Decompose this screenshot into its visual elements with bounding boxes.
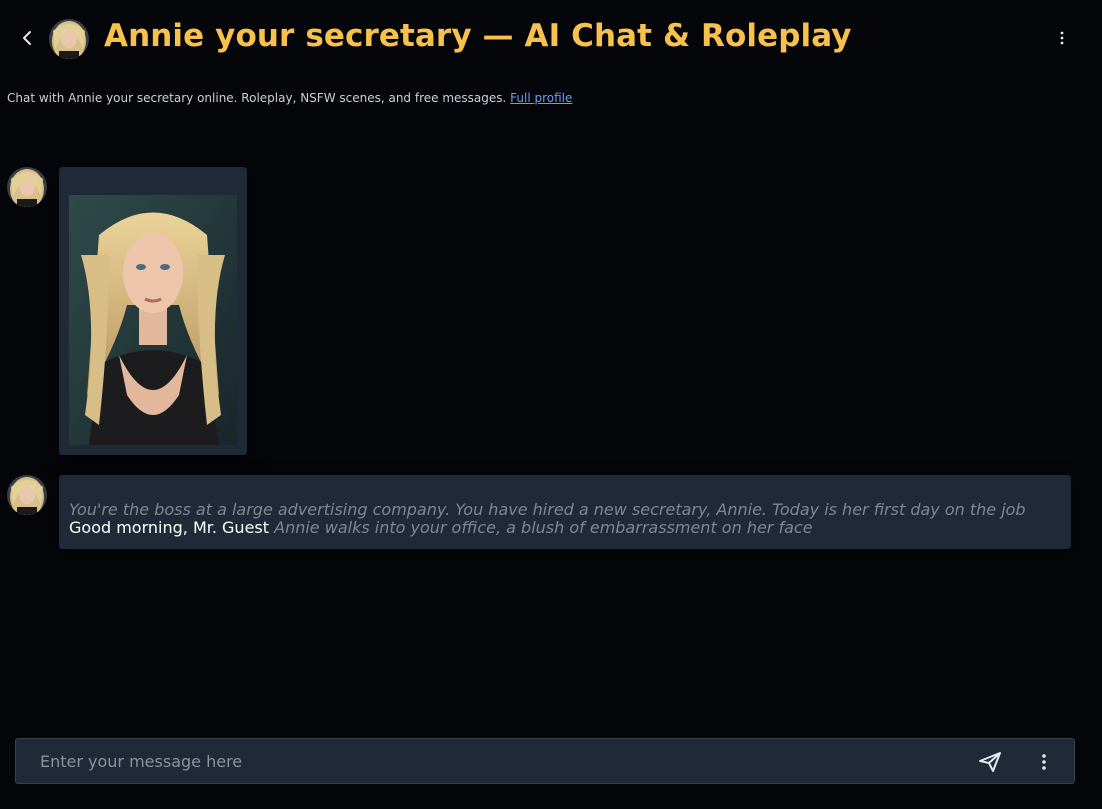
paper-plane-icon xyxy=(979,752,1001,772)
vertical-dots-icon xyxy=(1060,31,1064,45)
chat-description: Chat with Annie your secretary online. R… xyxy=(7,91,572,105)
chat-header: Annie your secretary — AI Chat & Rolepla… xyxy=(0,0,1102,80)
description-text: Chat with Annie your secretary online. R… xyxy=(7,91,511,105)
message-composer xyxy=(15,738,1075,784)
message-avatar[interactable] xyxy=(7,475,47,515)
message-input[interactable] xyxy=(40,749,940,773)
page-title: Annie your secretary — AI Chat & Rolepla… xyxy=(104,18,852,54)
message-avatar[interactable] xyxy=(7,167,47,207)
avatar-image xyxy=(49,19,89,59)
chevron-left-icon xyxy=(23,31,31,45)
avatar[interactable] xyxy=(49,19,89,59)
composer-menu-button[interactable] xyxy=(1034,751,1054,773)
speech-text: Good morning, Mr. Guest xyxy=(69,518,270,537)
narration-text: Annie walks into your office, a blush of… xyxy=(274,518,813,537)
portrait-image[interactable] xyxy=(69,195,237,445)
back-button[interactable] xyxy=(16,26,40,50)
header-menu-button[interactable] xyxy=(1050,28,1074,48)
send-button[interactable] xyxy=(976,749,1004,775)
avatar-image xyxy=(7,167,47,207)
vertical-dots-icon xyxy=(1042,754,1046,770)
full-profile-link[interactable]: Full profile xyxy=(510,91,572,105)
avatar-image xyxy=(7,475,47,515)
text-message: You're the boss at a large advertising c… xyxy=(59,475,1071,549)
image-message xyxy=(59,167,247,455)
narration-text: You're the boss at a large advertising c… xyxy=(69,500,1026,519)
chat-page: Annie your secretary — AI Chat & Rolepla… xyxy=(0,0,1102,809)
